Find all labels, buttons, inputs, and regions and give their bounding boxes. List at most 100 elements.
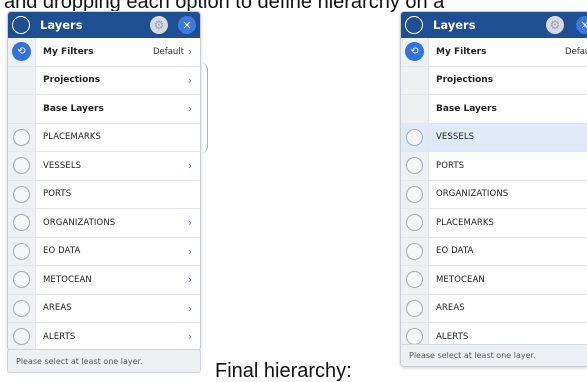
layer-toggle[interactable] [406,128,423,146]
layer-toggle[interactable] [406,185,423,203]
gutter [401,237,429,265]
chevron-right-icon: › [187,73,193,87]
layer-row-organizations[interactable]: ORGANIZATIONS › [8,209,200,238]
layer-row-metocean[interactable]: METOCEAN › [8,266,200,295]
layer-label: METOCEAN [43,274,92,285]
projections-label: Projections [43,75,101,86]
status-message: Please select at least one layer. [7,349,201,373]
base-layers-label: Base Layers [43,103,104,114]
chevron-right-icon: › [187,216,193,230]
status-message: Please select at least one layer. [401,344,587,366]
layer-label: ORGANIZATIONS [436,189,509,200]
gutter [401,266,429,294]
layer-label: PLACEMARKS [43,132,102,143]
gutter [401,123,429,151]
layer-label: AREAS [43,303,72,314]
my-filters-label: My Filters [43,46,94,57]
layer-label: EO DATA [436,246,474,257]
gutter [8,209,36,237]
panel-title: Layers [433,18,476,32]
select-all-icon[interactable] [405,16,423,34]
layer-label: METOCEAN [436,274,485,285]
layer-row-eo-data[interactable]: EO DATA › [8,237,200,266]
base-layers-row[interactable]: Base Layers › [8,95,200,124]
layer-toggle[interactable] [406,242,423,260]
layer-row-alerts[interactable]: ALERTS › [8,323,200,350]
layer-label: ALERTS [43,331,76,342]
gutter: ⟲ [401,38,429,66]
layer-toggle[interactable] [406,157,423,175]
layer-row-ports[interactable]: PORTS [8,180,200,209]
layer-row-areas[interactable]: AREAS [401,294,587,323]
gutter [401,152,429,180]
gutter [401,95,429,123]
select-all-icon[interactable] [12,16,30,34]
layer-toggle[interactable] [13,271,30,289]
layer-toggle[interactable] [13,328,30,346]
gutter [8,266,36,294]
layer-row-vessels[interactable]: VESSELS [401,123,587,152]
layer-label: VESSELS [436,132,475,143]
layer-label: ORGANIZATIONS [43,217,116,228]
layer-label: VESSELS [43,160,82,171]
layer-toggle[interactable] [13,299,30,317]
my-filters-value: Default [564,46,587,57]
layer-label: PORTS [436,160,465,171]
panel-title: Layers [40,18,83,32]
gear-icon[interactable]: ⚙ [546,16,564,34]
filter-icon: ⟲ [405,42,424,62]
layer-row-organizations[interactable]: ORGANIZATIONS [401,180,587,209]
gutter: ⟲ [8,38,36,66]
layer-row-placemarks[interactable]: PLACEMARKS [8,123,200,152]
chevron-right-icon: › [187,244,193,258]
layer-toggle[interactable] [406,299,423,317]
gear-icon[interactable]: ⚙ [150,16,168,34]
my-filters-row[interactable]: ⟲ My Filters Default [401,38,587,67]
layer-row-areas[interactable]: AREAS › [8,294,200,323]
close-icon[interactable]: ✕ [178,16,196,34]
projections-row[interactable]: Projections [401,66,587,95]
projections-label: Projections [436,75,494,86]
layer-toggle[interactable] [13,242,30,260]
layer-toggle[interactable] [13,157,30,175]
layer-label: PORTS [43,189,72,200]
gutter [401,66,429,94]
base-layers-label: Base Layers [436,103,497,114]
chevron-right-icon: › [187,102,193,116]
projections-row[interactable]: Projections › [8,66,200,95]
layer-label: AREAS [436,303,465,314]
layer-toggle[interactable] [13,185,30,203]
gutter [8,123,36,151]
base-layers-row[interactable]: Base Layers [401,95,587,124]
gutter [401,209,429,237]
gutter [8,95,36,123]
layer-row-eo-data[interactable]: EO DATA [401,237,587,266]
gutter [8,152,36,180]
close-icon[interactable]: ✕ [576,16,587,34]
chevron-right-icon: › [187,301,193,315]
layer-row-vessels[interactable]: VESSELS › [8,152,200,181]
layer-label: PLACEMARKS [436,217,495,228]
chevron-right-icon: › [187,45,193,59]
layer-row-metocean[interactable]: METOCEAN [401,266,587,295]
layer-toggle[interactable] [406,271,423,289]
gutter [8,180,36,208]
layer-toggle[interactable] [406,214,423,232]
layers-panel-left: Layers ⚙ ✕ ⟲ My Filters Default › Projec… [7,11,201,351]
gutter [401,294,429,322]
layer-row-placemarks[interactable]: PLACEMARKS [401,209,587,238]
layer-toggle[interactable] [13,128,30,146]
my-filters-row[interactable]: ⟲ My Filters Default › [8,38,200,67]
layer-row-ports[interactable]: PORTS [401,152,587,181]
layer-toggle[interactable] [406,328,423,346]
my-filters-value: Default [152,46,184,57]
gutter [401,180,429,208]
layer-label: ALERTS [436,331,469,342]
chevron-right-icon: › [187,159,193,173]
layers-panel-right: Layers ⚙ ✕ ⟲ My Filters Default Projecti… [400,11,587,367]
layer-toggle[interactable] [13,214,30,232]
drag-bracket [200,62,208,154]
gutter [8,294,36,322]
gutter [8,323,36,350]
gutter [8,66,36,94]
